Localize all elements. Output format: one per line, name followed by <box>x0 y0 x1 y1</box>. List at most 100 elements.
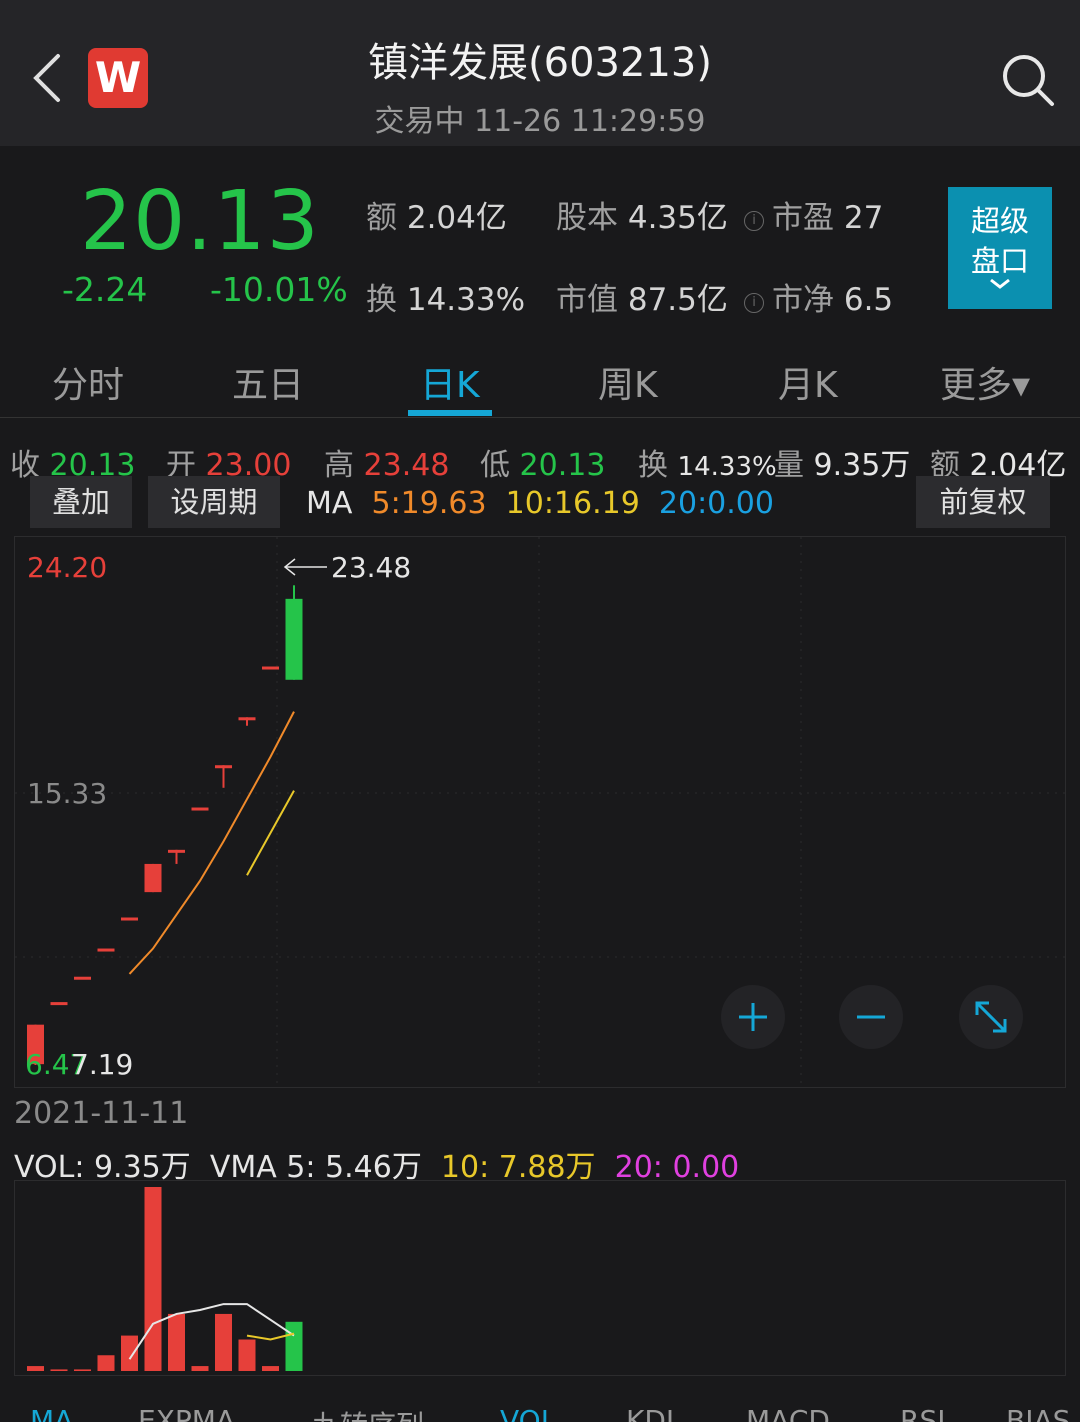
period-tabs: 分时 五日 日K 周K 月K 更多▾ <box>0 336 1080 418</box>
low-label: 低 <box>480 448 510 483</box>
volume-bars <box>27 1187 303 1371</box>
volume-label: 量 <box>774 448 804 483</box>
chart-start-date: 2021-11-11 <box>14 1096 189 1131</box>
candle <box>285 598 303 680</box>
high-label: 高 <box>324 448 354 483</box>
stat-pb-value: 6.5 <box>843 282 894 318</box>
info-icon[interactable]: i <box>744 293 764 313</box>
indicator-tab-vol[interactable]: VOL <box>500 1404 556 1422</box>
candle <box>215 765 232 769</box>
indicator-tab-expma[interactable]: EXPMA <box>138 1404 235 1422</box>
high-price-mark: 23.48 <box>331 551 411 584</box>
stat-amount-label: 额 <box>366 200 397 236</box>
tab-more[interactable]: 更多▾ <box>940 356 1030 408</box>
tab-monthly-k[interactable]: 月K <box>778 356 838 408</box>
stat-turnover: 换 14.33% <box>366 274 525 319</box>
candle <box>191 807 209 811</box>
ma5-line <box>128 711 295 975</box>
ma-legend[interactable]: MA 5:19.63 10:16.19 20:0.00 <box>306 486 774 521</box>
kline-plot[interactable]: 24.20 15.33 6.47 7.19 23.48 <box>15 537 1065 1087</box>
set-period-button[interactable]: 设周期 <box>148 476 280 528</box>
turnover-value: 14.33% <box>677 452 777 482</box>
low-price-mark: 7.19 <box>71 1048 133 1081</box>
super-panel-line1: 超级 <box>970 204 1029 238</box>
kline-turnover: 换 14.33% <box>638 440 777 484</box>
high-value: 23.48 <box>363 448 450 483</box>
volume-bar <box>50 1369 68 1371</box>
stat-share-value: 4.35亿 <box>627 200 728 236</box>
minus-icon <box>857 1015 885 1019</box>
ma20-value: 20:0.00 <box>658 486 774 521</box>
price-change-pct: -10.01% <box>210 270 348 309</box>
candle <box>262 666 279 670</box>
volume-bar <box>144 1187 162 1371</box>
indicator-tab-rsi[interactable]: RSI <box>900 1404 946 1422</box>
zoom-out-button[interactable] <box>839 985 903 1049</box>
candle <box>97 948 115 952</box>
trading-status: 交易中 11-26 11:29:59 <box>374 104 706 139</box>
stat-mcap-value: 87.5亿 <box>627 282 728 318</box>
stat-share-label: 股本 <box>556 200 618 236</box>
indicator-tabs: MA EXPMA 九转序列 VOL KDJ MACD RSI BIAS <box>0 1392 1080 1422</box>
overlay-button[interactable]: 叠加 <box>30 476 132 528</box>
volume-bar <box>97 1355 115 1371</box>
super-order-book-button[interactable]: 超级 盘口 <box>948 187 1052 309</box>
stat-pe[interactable]: i 市盈 27 <box>744 192 883 237</box>
tab-daily-k[interactable]: 日K <box>420 356 480 408</box>
volume-bar <box>238 1339 256 1371</box>
stat-pb[interactable]: i 市净 6.5 <box>744 274 893 319</box>
super-panel-line2: 盘口 <box>970 244 1029 278</box>
info-icon[interactable]: i <box>744 211 764 231</box>
kline-volume: 量 9.35万 <box>774 440 910 484</box>
indicator-tab-bias[interactable]: BIAS <box>1006 1404 1070 1422</box>
volume-bar <box>74 1369 91 1371</box>
candle <box>74 976 91 980</box>
stat-turnover-value: 14.33% <box>406 282 526 318</box>
candle <box>144 863 162 893</box>
candle <box>168 849 185 853</box>
indicator-tab-kdj[interactable]: KDJ <box>626 1404 674 1422</box>
forward-adjust-button[interactable]: 前复权 <box>916 476 1050 528</box>
turnover-label: 换 <box>638 448 668 483</box>
quote-panel: 20.13 -2.24 -10.01% 额 2.04亿 股本 4.35亿 i 市盈… <box>0 146 1080 336</box>
stock-title: 镇洋发展(603213) <box>368 40 712 86</box>
kline-high: 高 23.48 <box>324 440 449 484</box>
volume-chart[interactable] <box>14 1180 1066 1376</box>
ma-label: MA <box>306 486 353 521</box>
high-price-arrow <box>283 558 327 576</box>
volume-bar <box>121 1335 138 1371</box>
candle <box>50 1002 68 1006</box>
y-tick-top: 24.20 <box>27 551 107 584</box>
ma10-value: 10:16.19 <box>505 486 640 521</box>
stat-amount-value: 2.04亿 <box>406 200 507 236</box>
stat-pe-label: 市盈 <box>772 200 834 236</box>
volume-bar <box>285 1321 303 1371</box>
kline-chart[interactable]: 24.20 15.33 6.47 7.19 23.48 <box>14 536 1066 1088</box>
tab-weekly-k[interactable]: 周K <box>598 356 658 408</box>
volume-bar <box>262 1366 279 1371</box>
ma10-line <box>246 790 295 876</box>
price-change: -2.24 <box>62 270 148 309</box>
fullscreen-button[interactable] <box>959 985 1023 1049</box>
stat-pb-label: 市净 <box>772 282 834 318</box>
volume-bar <box>215 1313 232 1371</box>
stat-turnover-label: 换 <box>366 282 397 318</box>
stat-pe-value: 27 <box>843 200 884 236</box>
tab-five-day[interactable]: 五日 <box>232 356 304 408</box>
top-bar: W 镇洋发展(603213) 交易中 11-26 11:29:59 <box>0 0 1080 146</box>
volume-bar <box>168 1313 185 1371</box>
tab-intraday[interactable]: 分时 <box>52 356 124 408</box>
volume-plot[interactable] <box>15 1181 1065 1375</box>
stat-market-cap: 市值 87.5亿 <box>556 274 728 319</box>
indicator-tab-macd[interactable]: MACD <box>746 1404 830 1422</box>
indicator-tab-ma[interactable]: MA <box>30 1404 73 1422</box>
search-icon[interactable] <box>1000 52 1056 108</box>
candle <box>121 917 138 921</box>
plus-icon <box>739 1003 767 1031</box>
zoom-in-button[interactable] <box>721 985 785 1049</box>
kline-low: 低 20.13 <box>480 440 605 484</box>
indicator-tab-nine-turn[interactable]: 九转序列 <box>312 1404 424 1422</box>
expand-icon <box>975 1001 1007 1033</box>
grid <box>15 537 1065 1087</box>
y-tick-mid: 15.33 <box>27 777 107 810</box>
